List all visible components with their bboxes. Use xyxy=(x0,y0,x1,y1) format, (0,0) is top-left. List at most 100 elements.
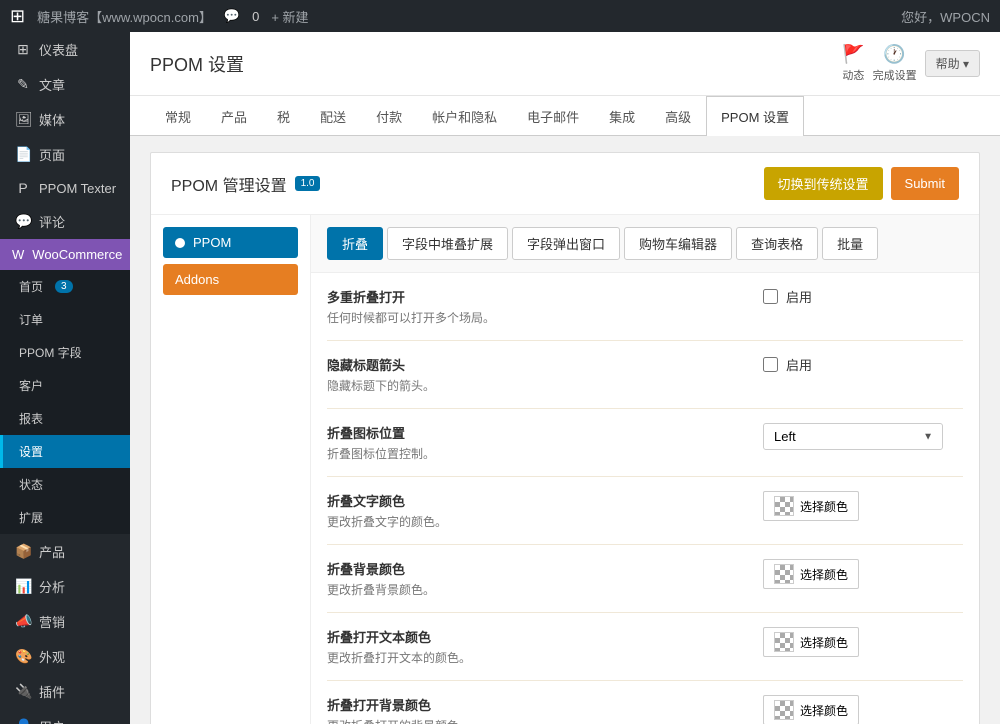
sidebar-item-marketing[interactable]: 📣 营销 xyxy=(0,604,130,639)
sidebar-sub-status[interactable]: 状态 xyxy=(0,468,130,501)
woo-submenu: 首页 3 订单 PPOM 字段 客户 报表 设置 状态 扩展 xyxy=(0,270,130,534)
setting-multiple-accordion: 多重折叠打开 任何时候都可以打开多个场局。 启用 xyxy=(327,273,963,341)
ppom-management-title: PPOM 管理设置 1.0 xyxy=(171,172,320,196)
products-label: 产品 xyxy=(39,542,65,561)
tab-accounts[interactable]: 帐户和隐私 xyxy=(417,96,512,136)
woo-icon: W xyxy=(12,247,24,262)
ppom-container: PPOM 管理设置 1.0 切换到传统设置 Submit PPOM xyxy=(150,152,980,724)
sidebar-item-media[interactable]: 🖼 媒体 xyxy=(0,102,130,137)
sidebar-item-pages[interactable]: 📄 页面 xyxy=(0,137,130,172)
setting-open-text-color: 折叠打开文本颜色 更改折叠打开文本的颜色。 选择颜色 xyxy=(327,613,963,681)
site-name[interactable]: 糖果博客【www.wpocn.com】 xyxy=(37,7,212,26)
plugins-icon: 🔌 xyxy=(15,683,31,700)
content-area: PPOM 设置 🚩 动态 🕐 完成设置 帮助 ▾ 常规 产品 税 配送 付款 帐… xyxy=(130,32,1000,724)
sidebar-item-dashboard[interactable]: ⊞ 仪表盘 xyxy=(0,32,130,67)
tab-payment[interactable]: 付款 xyxy=(361,96,417,136)
setting-desc-0: 任何时候都可以打开多个场局。 xyxy=(327,309,743,326)
sidebar-woocommerce-header[interactable]: W WooCommerce xyxy=(0,239,130,270)
tab-ppom[interactable]: PPOM 设置 xyxy=(706,96,804,136)
media-icon: 🖼 xyxy=(15,111,31,128)
sidebar-sub-home[interactable]: 首页 3 xyxy=(0,270,130,303)
sidebar-sub-settings[interactable]: 设置 xyxy=(0,435,130,468)
posts-icon: ✎ xyxy=(15,76,31,93)
sidebar-item-users[interactable]: 👤 用户 xyxy=(0,709,130,724)
sidebar-item-ppom[interactable]: P PPOM Texter xyxy=(0,172,130,204)
analytics-icon: 📊 xyxy=(15,578,31,595)
tab-general[interactable]: 常规 xyxy=(150,96,206,136)
setting-title-4: 折叠背景颜色 xyxy=(327,559,743,578)
version-badge: 1.0 xyxy=(295,176,321,191)
sidebar-item-label: 页面 xyxy=(39,145,65,164)
home-label: 首页 xyxy=(19,278,43,295)
ppom-icon: P xyxy=(15,180,31,196)
users-label: 用户 xyxy=(39,717,65,724)
action-button-2[interactable]: 🕐 完成设置 xyxy=(873,44,917,83)
analytics-label: 分析 xyxy=(39,577,65,596)
ppom-fields-label: PPOM 字段 xyxy=(19,344,82,361)
select-icon-position[interactable]: Left Right None xyxy=(763,423,943,450)
tab-tax[interactable]: 税 xyxy=(262,96,305,136)
tab-products[interactable]: 产品 xyxy=(206,96,262,136)
color-picker-bg-color[interactable]: 选择颜色 xyxy=(763,559,859,589)
setting-control-4: 选择颜色 xyxy=(743,559,963,589)
setting-control-2: Left Right None xyxy=(743,423,963,450)
submit-button[interactable]: Submit xyxy=(891,167,959,200)
setting-text-color: 折叠文字颜色 更改折叠文字的颜色。 选择颜色 xyxy=(327,477,963,545)
color-label-4: 选择颜色 xyxy=(800,566,848,583)
setting-icon-position: 折叠图标位置 折叠图标位置控制。 Left Right None xyxy=(327,409,963,477)
sidebar-sub-extensions[interactable]: 扩展 xyxy=(0,501,130,534)
subtab-field-expand[interactable]: 字段中堆叠扩展 xyxy=(387,227,508,260)
color-picker-text-color[interactable]: 选择颜色 xyxy=(763,491,859,521)
subtab-cart-editor[interactable]: 购物车编辑器 xyxy=(624,227,732,260)
setting-title-6: 折叠打开背景颜色 xyxy=(327,695,743,714)
sidebar-sub-customers[interactable]: 客户 xyxy=(0,369,130,402)
page-title: PPOM 设置 xyxy=(150,51,244,77)
admin-bar: ⊞ 糖果博客【www.wpocn.com】 💬 0 + 新建 您好，WPOCN xyxy=(0,0,1000,32)
color-picker-open-text-color[interactable]: 选择颜色 xyxy=(763,627,859,657)
sidebar-item-comments[interactable]: 💬 评论 xyxy=(0,204,130,239)
ppom-nav-addons[interactable]: Addons xyxy=(163,264,298,295)
sidebar-item-posts[interactable]: ✎ 文章 xyxy=(0,67,130,102)
sidebar-sub-ppom-fields[interactable]: PPOM 字段 xyxy=(0,336,130,369)
settings-label: 设置 xyxy=(19,443,43,460)
color-label-3: 选择颜色 xyxy=(800,498,848,515)
sidebar: ⊞ 仪表盘 ✎ 文章 🖼 媒体 📄 页面 P PPOM Texter 💬 评论 … xyxy=(0,32,130,724)
subtab-accordion[interactable]: 折叠 xyxy=(327,227,383,260)
tab-advanced[interactable]: 高级 xyxy=(650,96,706,136)
color-picker-open-bg-color[interactable]: 选择颜色 xyxy=(763,695,859,724)
sidebar-item-products[interactable]: 📦 产品 xyxy=(0,534,130,569)
setting-desc-2: 折叠图标位置控制。 xyxy=(327,445,743,462)
tab-shipping[interactable]: 配送 xyxy=(305,96,361,136)
checkbox-multiple-accordion[interactable] xyxy=(763,289,778,304)
setting-label-4: 折叠背景颜色 更改折叠背景颜色。 xyxy=(327,559,743,598)
settings-rows: 多重折叠打开 任何时候都可以打开多个场局。 启用 隐藏标题箭头 xyxy=(311,273,979,724)
new-button[interactable]: + 新建 xyxy=(271,7,308,26)
subtab-field-popup[interactable]: 字段弹出窗口 xyxy=(512,227,620,260)
traditional-settings-button[interactable]: 切换到传统设置 xyxy=(764,167,883,200)
greeting: 您好，WPOCN xyxy=(901,7,990,26)
checkbox-hide-arrow[interactable] xyxy=(763,357,778,372)
comment-count: 0 xyxy=(252,9,259,24)
color-preview-3 xyxy=(774,496,794,516)
action-label-2: 完成设置 xyxy=(873,67,917,83)
sidebar-item-plugins[interactable]: 🔌 插件 xyxy=(0,674,130,709)
setting-title-5: 折叠打开文本颜色 xyxy=(327,627,743,646)
ppom-right-wrapper: 折叠 字段中堆叠扩展 字段弹出窗口 购物车编辑器 查询表格 批量 多重折叠打开 xyxy=(311,215,979,724)
sidebar-sub-reports[interactable]: 报表 xyxy=(0,402,130,435)
setting-desc-3: 更改折叠文字的颜色。 xyxy=(327,513,743,530)
woo-label: WooCommerce xyxy=(32,247,122,262)
setting-control-3: 选择颜色 xyxy=(743,491,963,521)
subtab-batch[interactable]: 批量 xyxy=(822,227,878,260)
sidebar-item-analytics[interactable]: 📊 分析 xyxy=(0,569,130,604)
help-button[interactable]: 帮助 ▾ xyxy=(925,50,980,77)
ppom-nav-ppom[interactable]: PPOM xyxy=(163,227,298,258)
sidebar-item-appearance[interactable]: 🎨 外观 xyxy=(0,639,130,674)
ppom-left-nav: PPOM Addons xyxy=(151,215,311,724)
subtab-query-table[interactable]: 查询表格 xyxy=(736,227,818,260)
tab-email[interactable]: 电子邮件 xyxy=(512,96,594,136)
sidebar-sub-orders[interactable]: 订单 xyxy=(0,303,130,336)
action-button-1[interactable]: 🚩 动态 xyxy=(842,44,864,83)
setting-title-2: 折叠图标位置 xyxy=(327,423,743,442)
setting-label-1: 隐藏标题箭头 隐藏标题下的箭头。 xyxy=(327,355,743,394)
tab-integration[interactable]: 集成 xyxy=(594,96,650,136)
